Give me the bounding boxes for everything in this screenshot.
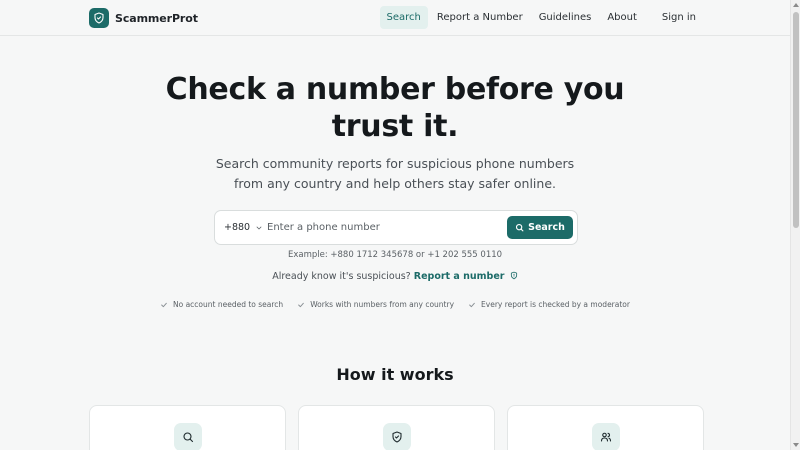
chevron-down-icon — [256, 226, 262, 229]
hero-subtitle: Search community reports for suspicious … — [0, 154, 790, 193]
page-scrollbar[interactable] — [790, 0, 800, 450]
step-card-community — [507, 405, 704, 450]
nav-report-a-number[interactable]: Report a Number — [430, 6, 530, 29]
sign-in-link[interactable]: Sign in — [658, 6, 700, 29]
how-it-works-cards — [89, 405, 704, 450]
nav-guidelines[interactable]: Guidelines — [532, 6, 599, 29]
search-button-label: Search — [528, 222, 565, 233]
hero-subtitle-line-2: from any country and help others stay sa… — [234, 175, 556, 191]
feature-item: Every report is checked by a moderator — [468, 300, 630, 309]
feature-label: Every report is checked by a moderator — [481, 300, 630, 309]
report-number-link-label: Report a number — [413, 271, 505, 282]
hero-title: Check a number before you trust it. — [0, 71, 790, 145]
hero-title-line-2: trust it. — [331, 109, 459, 144]
search-icon — [516, 223, 524, 232]
scroll-down-arrow-icon[interactable] — [793, 443, 799, 447]
search-button[interactable]: Search — [507, 216, 573, 239]
hero-title-line-1: Check a number before you — [165, 72, 625, 107]
country-code-select[interactable]: +880 — [224, 211, 263, 244]
report-prompt-text: Already know it's suspicious? — [272, 271, 411, 282]
shield-icon — [510, 271, 517, 280]
step-card-report — [298, 405, 495, 450]
check-icon — [469, 302, 475, 307]
example-numbers: Example: +880 1712 345678 or +1 202 555 … — [287, 250, 503, 260]
brand[interactable]: ScammerProt — [89, 8, 198, 28]
shield-logo-icon — [89, 8, 109, 28]
main-nav: Search Report a Number Guidelines About … — [378, 6, 700, 29]
feature-label: No account needed to search — [173, 300, 284, 309]
step-card-search — [89, 405, 286, 450]
scrollbar-thumb[interactable] — [793, 12, 799, 228]
shield-icon — [383, 423, 411, 450]
feature-item: Works with numbers from any country — [297, 300, 454, 309]
scroll-up-arrow-icon[interactable] — [793, 3, 799, 7]
report-number-link[interactable]: Report a number — [414, 271, 518, 282]
check-icon — [161, 302, 167, 307]
report-prompt: Already know it's suspicious? Report a n… — [0, 271, 790, 282]
brand-name: ScammerProt — [115, 11, 198, 25]
feature-label: Works with numbers from any country — [310, 300, 455, 309]
feature-item: No account needed to search — [160, 300, 283, 309]
nav-search[interactable]: Search — [379, 6, 428, 29]
phone-search-form: +880 Search — [214, 210, 578, 245]
page: ScammerProt Search Report a Number Guide… — [0, 0, 800, 450]
country-code-value: +880 — [224, 222, 251, 233]
phone-number-input[interactable] — [267, 216, 502, 239]
hero-subtitle-line-1: Search community reports for suspicious … — [215, 156, 575, 171]
users-icon — [592, 423, 620, 450]
feature-list: No account needed to search Works with n… — [0, 300, 790, 309]
search-icon — [174, 423, 202, 450]
check-icon — [298, 302, 305, 307]
nav-about[interactable]: About — [600, 6, 644, 29]
how-it-works-title: How it works — [336, 365, 454, 384]
top-nav-bar: ScammerProt Search Report a Number Guide… — [0, 0, 790, 36]
